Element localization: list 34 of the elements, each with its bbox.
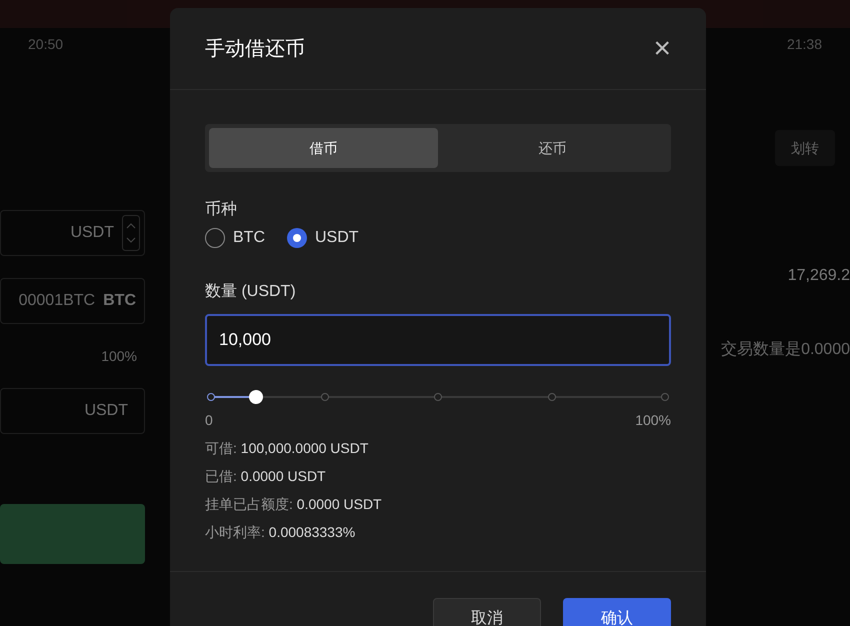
dialog-button[interactable]: 取消 <box>433 598 541 626</box>
info-line: 已借: 0.0000 USDT <box>205 467 327 486</box>
info-line: 小时利率: 0.00083333% <box>205 523 356 542</box>
amount-field[interactable]: USDT <box>0 388 145 434</box>
slider-tick[interactable] <box>320 393 328 401</box>
stepper-icon[interactable] <box>122 215 140 251</box>
tab[interactable]: 借币 <box>209 128 438 168</box>
slider-tick[interactable] <box>207 393 215 401</box>
dialog-title: 手动借还币 <box>205 36 305 62</box>
radio-icon[interactable] <box>287 228 307 248</box>
currency-radio[interactable]: USDT <box>287 226 359 250</box>
close-button[interactable]: × <box>653 34 671 64</box>
slider-max-label: 100% <box>635 411 671 430</box>
slider-thumb[interactable] <box>249 390 264 404</box>
amount-label: 数量 (USDT) <box>205 282 297 302</box>
price-text: 17,269.2 <box>788 266 850 286</box>
dialog-button[interactable]: 确认 <box>563 598 671 626</box>
slider-tick[interactable] <box>661 393 669 401</box>
amount-field[interactable]: 00001BTC BTC <box>0 278 145 324</box>
time-label: 21:38 <box>786 35 822 54</box>
tab[interactable]: 还币 <box>438 128 667 168</box>
info-line: 可借: 100,000.0000 USDT <box>205 439 370 458</box>
amount-field[interactable]: USDT <box>0 210 145 256</box>
slider-min-label: 0 <box>205 411 213 430</box>
currency-label: 币种 <box>205 200 238 220</box>
info-line: 挂单已占额度: 0.0000 USDT <box>205 495 383 514</box>
hint-text: 交易数量是0.0000 <box>721 340 850 360</box>
slider-tick[interactable] <box>434 393 442 401</box>
slider-tick[interactable] <box>548 393 556 401</box>
time-label: 20:50 <box>28 35 64 54</box>
radio-icon[interactable] <box>205 228 225 248</box>
currency-radio[interactable]: BTC <box>205 226 265 250</box>
amount-input-field[interactable]: 10,000 <box>205 314 671 366</box>
percent-label: 100% <box>100 347 138 366</box>
